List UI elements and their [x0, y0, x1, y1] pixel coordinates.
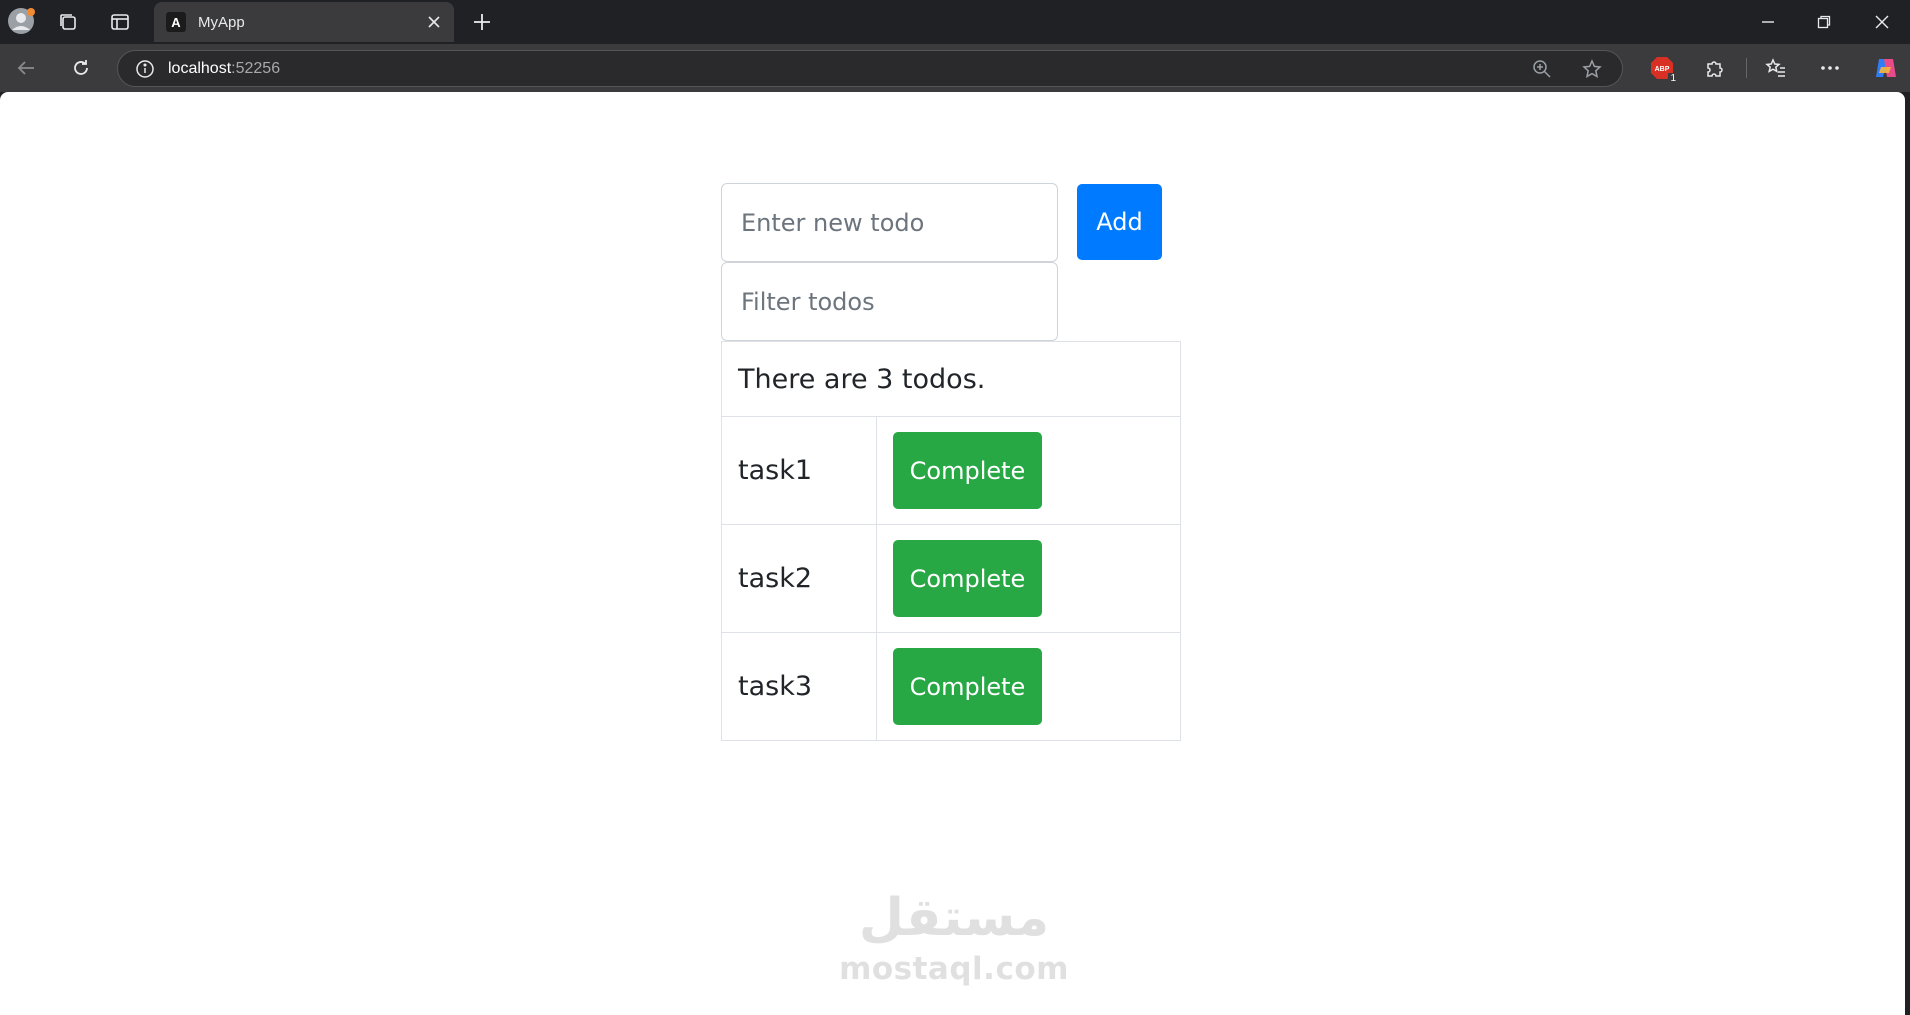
angular-favicon-icon: A — [166, 12, 186, 32]
tab-title: MyApp — [198, 13, 245, 31]
watermark-arabic-logo: مستقل — [858, 888, 1050, 948]
extension-badge: 1 — [1668, 73, 1678, 84]
restore-icon[interactable] — [1810, 8, 1838, 36]
watermark-site-text: mostaql.com — [839, 951, 1069, 987]
browser-tab-bar: A MyApp — [0, 0, 1910, 44]
reload-icon[interactable] — [67, 54, 95, 82]
close-window-icon[interactable] — [1868, 8, 1896, 36]
tab-actions-icon[interactable] — [106, 8, 134, 36]
more-options-icon[interactable] — [1816, 54, 1844, 82]
add-todo-button[interactable]: Add — [1077, 184, 1162, 260]
new-tab-icon[interactable] — [468, 8, 496, 36]
workspaces-icon[interactable] — [54, 8, 82, 36]
table-row: task2 Complete — [721, 524, 1181, 633]
todo-action-cell: Complete — [876, 416, 1181, 525]
back-arrow-icon[interactable] — [12, 54, 40, 82]
copilot-icon[interactable] — [1870, 52, 1902, 84]
browser-toolbar: localhost:52256 ABP 1 — [0, 44, 1910, 92]
todo-action-cell: Complete — [876, 524, 1181, 633]
filter-todos-input[interactable] — [721, 262, 1058, 341]
todo-count-row: There are 3 todos. — [721, 341, 1181, 417]
complete-button[interactable]: Complete — [893, 648, 1042, 725]
mostaql-watermark: مستقل mostaql.com — [838, 885, 1070, 995]
svg-text:ABP: ABP — [1655, 66, 1670, 73]
todo-table: There are 3 todos. task1 Complete task2 … — [721, 341, 1181, 741]
toolbar-divider — [1746, 58, 1747, 78]
url-host: localhost — [168, 59, 232, 77]
extensions-puzzle-icon[interactable] — [1701, 54, 1729, 82]
complete-button[interactable]: Complete — [893, 432, 1042, 509]
adblock-extension-icon[interactable]: ABP 1 — [1646, 52, 1678, 84]
profile-avatar-icon[interactable] — [6, 6, 36, 36]
complete-button[interactable]: Complete — [893, 540, 1042, 617]
zoom-icon[interactable] — [1530, 57, 1554, 81]
address-bar[interactable]: localhost:52256 — [117, 50, 1623, 87]
url-port: :52256 — [231, 59, 281, 77]
todo-name: task3 — [721, 632, 877, 741]
favorite-star-icon[interactable] — [1580, 57, 1604, 81]
minimize-icon[interactable] — [1754, 8, 1782, 36]
site-info-icon[interactable] — [134, 58, 156, 80]
new-todo-input[interactable] — [721, 183, 1058, 262]
todo-name: task2 — [721, 524, 877, 633]
todo-action-cell: Complete — [876, 632, 1181, 741]
todo-name: task1 — [721, 416, 877, 525]
table-row: task3 Complete — [721, 632, 1181, 741]
browser-tab-active[interactable]: A MyApp — [154, 2, 454, 42]
close-tab-icon[interactable] — [420, 8, 448, 36]
table-row: task1 Complete — [721, 416, 1181, 525]
url-text[interactable]: localhost:52256 — [168, 60, 280, 78]
todo-count-text: There are 3 todos. — [721, 341, 1181, 417]
favorites-list-icon[interactable] — [1762, 54, 1790, 82]
